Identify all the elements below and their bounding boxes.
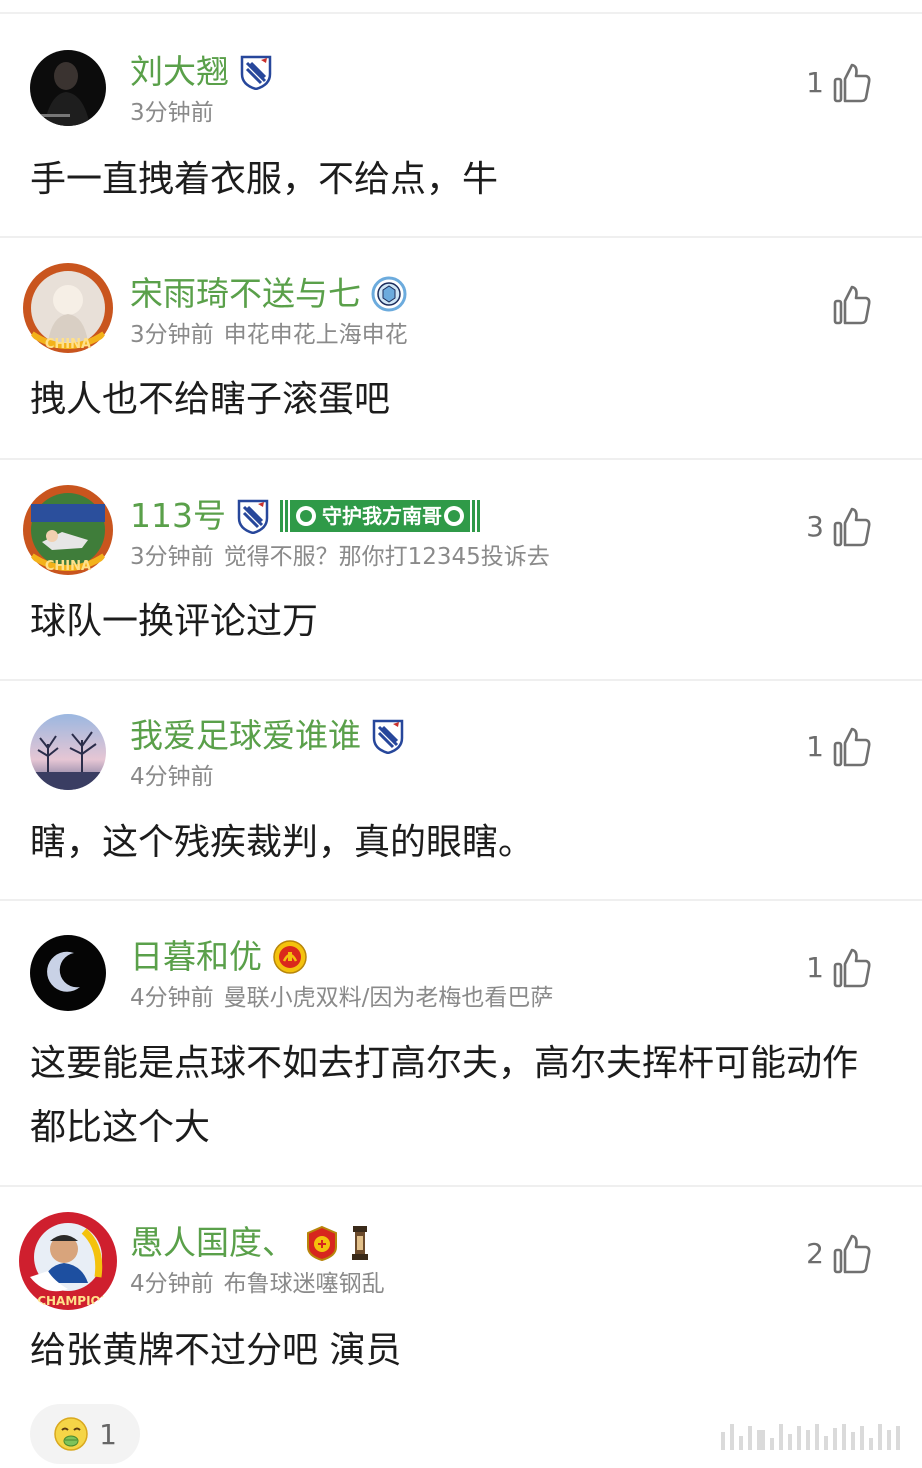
manutd-badge-icon: [273, 940, 307, 974]
user-signature: 布鲁球迷噻钢乱: [223, 1271, 385, 1297]
like-button[interactable]: 1: [806, 943, 872, 993]
timestamp: 3分钟前: [130, 544, 214, 570]
comment-meta: 3分钟前 觉得不服？那你打12345投诉去: [130, 542, 550, 572]
timestamp: 3分钟前: [130, 322, 214, 348]
user-signature: 申花申花上海申花: [223, 322, 408, 348]
like-count: 3: [806, 510, 824, 543]
timestamp: 3分钟前: [130, 100, 214, 126]
scarf-text: 守护我方南哥: [322, 504, 442, 528]
svg-text:CHINA: CHINA: [45, 559, 91, 574]
comment-text: 拽人也不给瞎子滚蛋吧: [30, 379, 391, 420]
comment-meta: 4分钟前 曼联小虎双料/因为老梅也看巴萨: [130, 983, 553, 1013]
like-button[interactable]: 1: [806, 722, 872, 772]
like-count: 1: [806, 66, 824, 99]
reaction-count: 1: [99, 1417, 117, 1451]
thumbs-up-icon: [833, 507, 871, 547]
user-signature: 觉得不服？那你打12345投诉去: [223, 544, 550, 570]
timestamp: 4分钟前: [130, 1271, 214, 1297]
shenhua-badge-icon: [372, 719, 404, 754]
username[interactable]: 日暮和优: [130, 935, 262, 979]
comment-item: 刘大翘 3分钟前 手一直拽着衣服，不给点，牛 1: [0, 0, 922, 236]
like-button[interactable]: 2: [806, 1229, 872, 1279]
sipg-port-badge-icon: [307, 1225, 337, 1261]
like-button[interactable]: [824, 280, 872, 330]
comment-meta: 3分钟前: [130, 98, 214, 128]
user-avatar[interactable]: [30, 714, 106, 790]
like-count: 1: [806, 951, 824, 984]
comment-text: 给张黄牌不过分吧 演员: [30, 1330, 402, 1371]
thumbs-up-icon: [833, 1234, 871, 1274]
comment-text: 手一直拽着衣服，不给点，牛: [30, 159, 499, 200]
user-avatar[interactable]: CHINA: [22, 484, 114, 576]
user-avatar[interactable]: CHAMPION: [18, 1211, 118, 1311]
username[interactable]: 我爱足球爱谁谁: [130, 714, 361, 758]
reaction-chip[interactable]: 1: [30, 1404, 140, 1464]
watermark: [721, 1424, 900, 1450]
thumbs-up-icon: [833, 948, 871, 988]
shenhua-badge-icon: [240, 55, 272, 90]
fan-scarf-badge: 守护我方南哥: [280, 498, 480, 534]
like-button[interactable]: 1: [806, 58, 872, 108]
thumbs-up-icon: [833, 727, 871, 767]
comment-text: 瞎，这个残疾裁判，真的眼瞎。: [30, 822, 535, 863]
thumbs-up-icon: [833, 63, 871, 103]
like-count: 1: [806, 730, 824, 763]
username[interactable]: 愚人国度、: [130, 1221, 295, 1265]
comment-meta: 4分钟前 布鲁球迷噻钢乱: [130, 1269, 385, 1299]
username[interactable]: 宋雨琦不送与七: [130, 272, 361, 316]
sick-face-icon: [54, 1417, 88, 1451]
timestamp: 4分钟前: [130, 985, 214, 1011]
comment-text: 这要能是点球不如去打高尔夫，高尔夫挥杆可能动作都比这个大: [30, 1043, 859, 1148]
comment-item: 日暮和优 4分钟前 曼联小虎双料/因为老梅也看巴萨 这要能是点球不如去打高尔夫，高…: [0, 901, 922, 1185]
thumbs-up-icon: [833, 285, 871, 325]
comment-item: CHINA 宋雨琦不送与七 3分钟前 申花申花上海申花 拽人也不给瞎子滚蛋吧: [0, 238, 922, 458]
username[interactable]: 刘大翘: [130, 50, 229, 94]
user-avatar[interactable]: CHINA: [22, 262, 114, 354]
comment-item: 我爱足球爱谁谁 4分钟前 瞎，这个残疾裁判，真的眼瞎。 1: [0, 681, 922, 899]
like-count: 2: [806, 1237, 824, 1270]
timestamp: 4分钟前: [130, 764, 214, 790]
user-signature: 曼联小虎双料/因为老梅也看巴萨: [223, 985, 554, 1011]
user-avatar[interactable]: [30, 935, 106, 1011]
comment-meta: 3分钟前 申花申花上海申花: [130, 320, 408, 350]
svg-text:CHAMPION: CHAMPION: [37, 1294, 111, 1308]
like-button[interactable]: 3: [806, 502, 872, 552]
svg-text:CHINA: CHINA: [45, 337, 91, 352]
username[interactable]: 113号: [130, 494, 226, 538]
comment-item: CHINA 113号 守护我方南哥 3分钟前 觉得不服？那你打12345投诉去 球…: [0, 460, 922, 680]
shenhua-badge-icon: [237, 499, 269, 534]
mancity-badge-icon: [371, 276, 407, 312]
comment-text: 球队一换评论过万: [30, 601, 319, 642]
trophy-badge-icon: [352, 1226, 368, 1260]
comment-meta: 4分钟前: [130, 762, 214, 792]
user-avatar[interactable]: [30, 50, 106, 126]
